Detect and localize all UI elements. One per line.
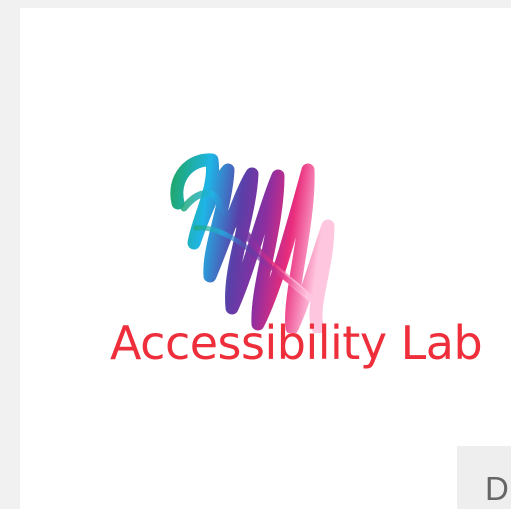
scribble-heart-icon [170, 153, 335, 333]
brand-title: Accessibility Lab [110, 316, 483, 370]
corner-button[interactable]: D [457, 446, 511, 509]
page: Accessibility Lab D [0, 0, 511, 509]
content-card: Accessibility Lab [20, 8, 511, 509]
